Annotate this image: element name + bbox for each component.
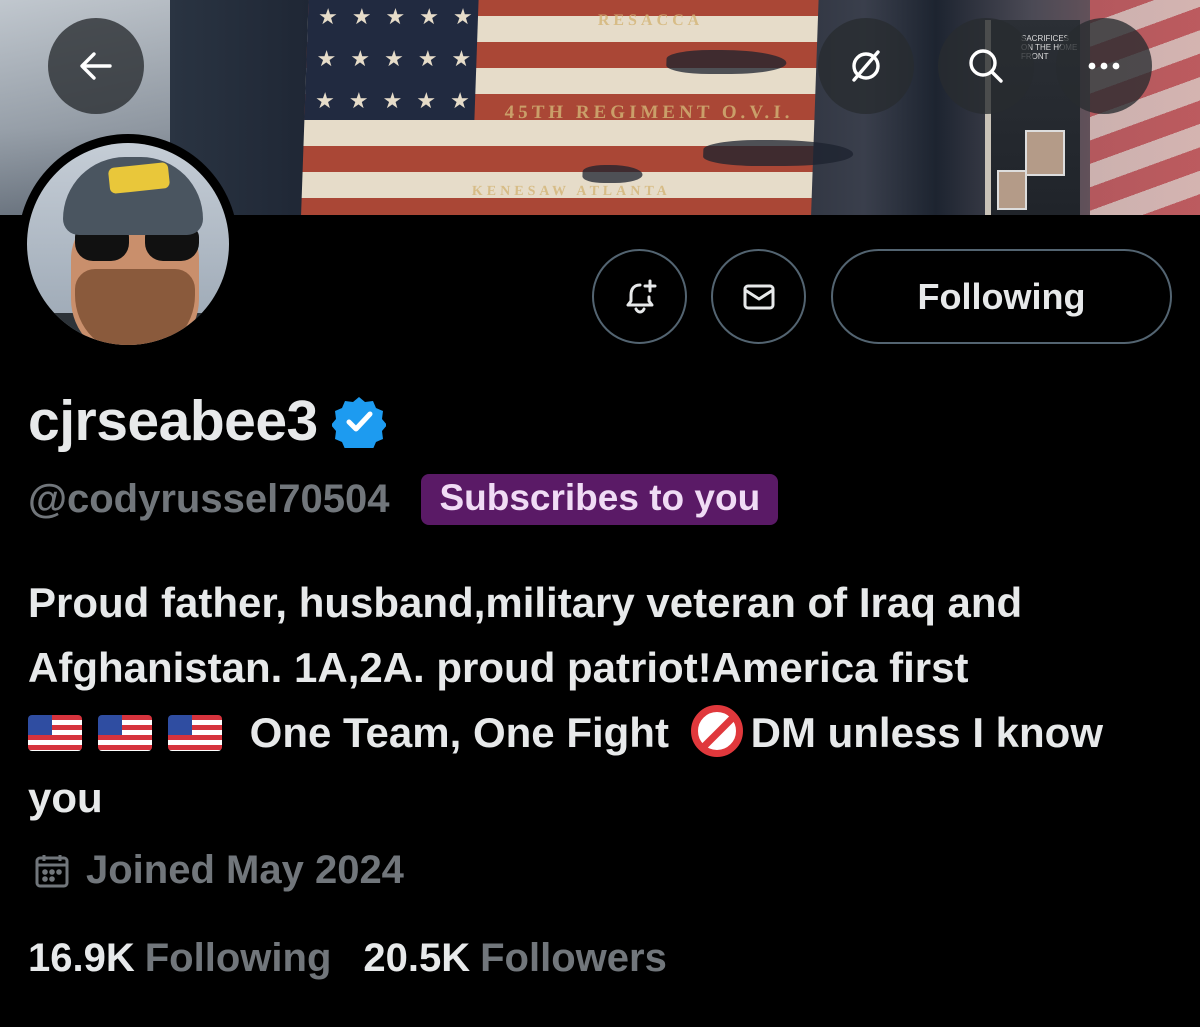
flag-text-bottom: KENESAW ATLANTA xyxy=(471,184,672,199)
banner-flag-image: ★★★★★ ★★★★★ ★★★★★ RESACCA 45TH REGIMENT … xyxy=(301,0,854,215)
followers-stat[interactable]: 20.5K Followers xyxy=(363,936,666,981)
arrow-left-icon xyxy=(80,52,112,80)
bell-plus-icon xyxy=(626,279,656,313)
display-name-row: cjrseabee3 xyxy=(28,388,386,454)
joined-row: Joined May 2024 xyxy=(32,848,404,893)
star-row: ★★★★★ xyxy=(314,88,485,113)
more-button[interactable] xyxy=(1056,18,1152,114)
star-row: ★★★★★ xyxy=(316,46,486,71)
handle: @codyrussel70504 xyxy=(28,477,390,521)
search-button[interactable] xyxy=(938,18,1034,114)
following-stat[interactable]: 16.9K Following xyxy=(28,936,331,981)
followers-count: 20.5K xyxy=(363,936,471,980)
case-photo xyxy=(1025,130,1065,176)
following-label: Following xyxy=(144,936,332,980)
following-count: 16.9K xyxy=(28,936,135,980)
search-icon xyxy=(969,49,1003,83)
handle-row: @codyrussel70504 Subscribes to you xyxy=(28,474,779,525)
flag-damage xyxy=(582,165,643,183)
envelope-icon xyxy=(743,284,774,309)
flag-damage xyxy=(665,50,787,74)
flag-text-top: RESACCA xyxy=(597,12,704,29)
joined-date: Joined May 2024 xyxy=(86,848,404,892)
followers-label: Followers xyxy=(480,936,667,980)
flag-damage xyxy=(702,140,854,166)
prohibited-emoji xyxy=(690,705,743,757)
profile-page: ★★★★★ ★★★★★ ★★★★★ RESACCA 45TH REGIMENT … xyxy=(0,0,1200,1027)
following-button[interactable]: Following xyxy=(831,249,1172,344)
verified-badge-icon[interactable] xyxy=(331,394,386,448)
us-flag-emoji xyxy=(28,715,82,751)
bio-text: Proud father, husband,military veteran o… xyxy=(28,579,1023,691)
notifications-button[interactable] xyxy=(592,249,687,344)
grok-icon xyxy=(852,50,880,82)
bio-text: One Team, One Fight xyxy=(249,709,669,756)
flag-text-mid: 45TH REGIMENT O.V.I. xyxy=(504,102,794,123)
avatar-image xyxy=(27,143,229,345)
message-button[interactable] xyxy=(711,249,806,344)
us-flag-emoji xyxy=(98,715,152,751)
calendar-icon xyxy=(35,854,69,887)
case-photo xyxy=(997,170,1027,210)
avatar[interactable] xyxy=(18,134,238,354)
stats-row: 16.9K Following 20.5K Followers xyxy=(28,936,667,981)
grok-button[interactable] xyxy=(818,18,914,114)
us-flag-emoji xyxy=(168,715,222,751)
more-icon xyxy=(1088,62,1120,70)
star-row: ★★★★★ xyxy=(317,4,488,29)
bio: Proud father, husband,military veteran o… xyxy=(28,570,1188,830)
subscribes-badge: Subscribes to you xyxy=(421,474,779,525)
flag-canton: ★★★★★ ★★★★★ ★★★★★ xyxy=(304,0,487,120)
back-button[interactable] xyxy=(48,18,144,114)
display-name: cjrseabee3 xyxy=(28,389,318,453)
